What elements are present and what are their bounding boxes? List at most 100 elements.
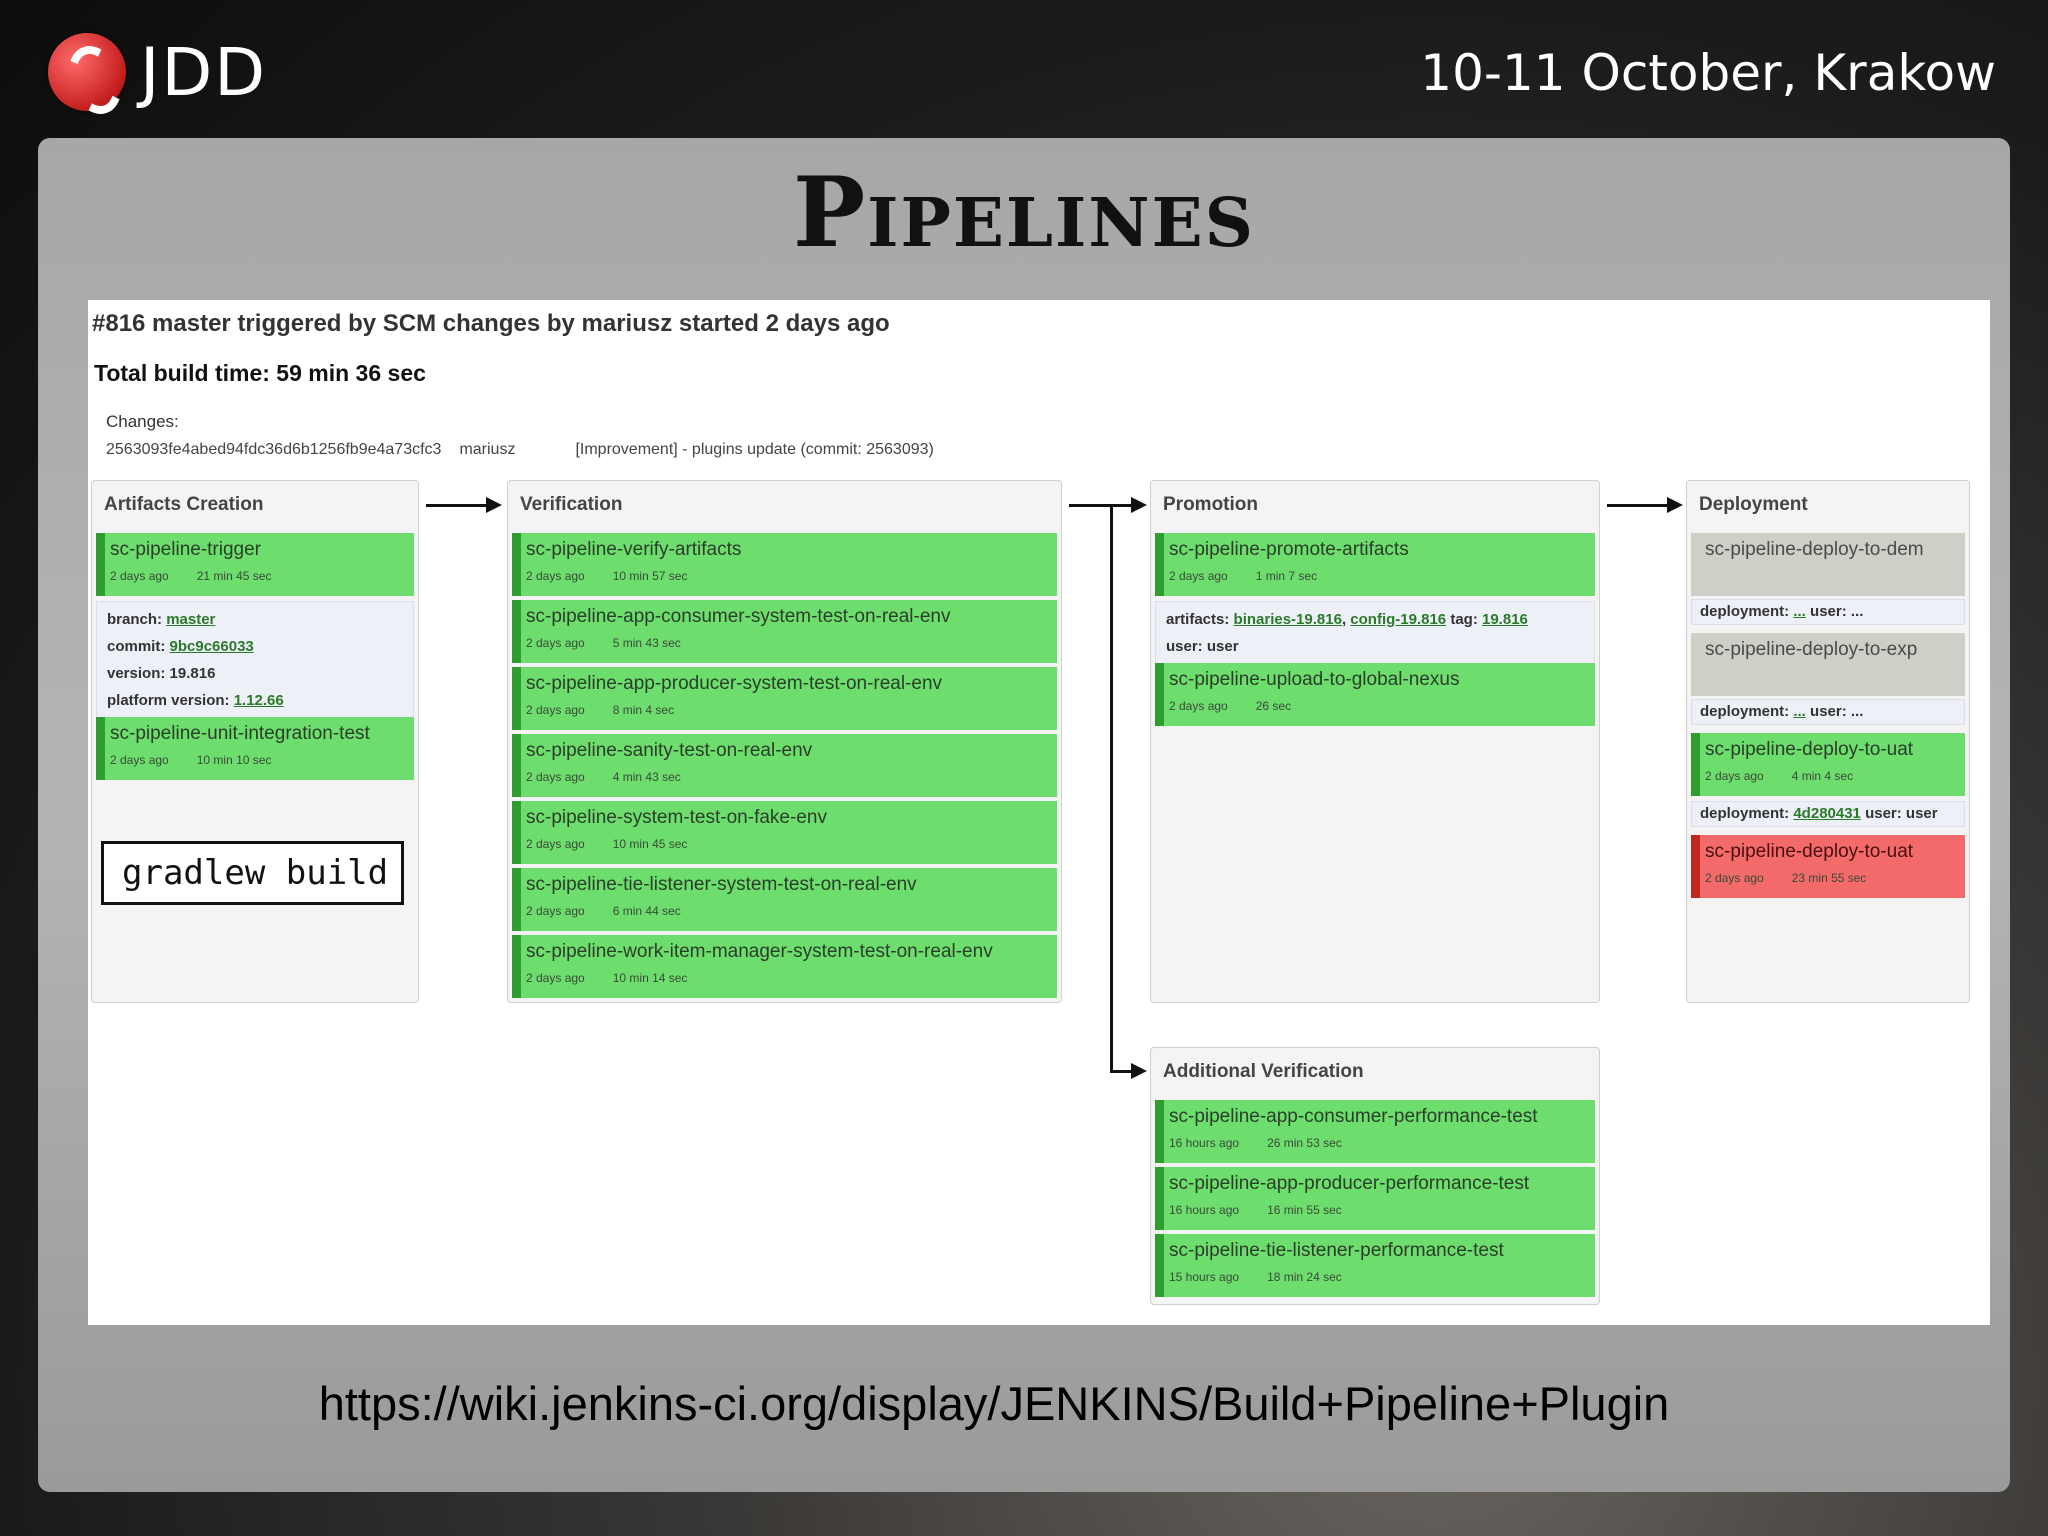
build-time-label: Total build time: bbox=[94, 360, 277, 386]
job-box[interactable]: sc-pipeline-trigger 2 days ago 21 min 45 … bbox=[96, 533, 414, 596]
job-box[interactable]: sc-pipeline-verify-artifacts 2 days ago 10… bbox=[512, 533, 1057, 596]
job-box[interactable]: sc-pipeline-sanity-test-on-real-env 2 day… bbox=[512, 734, 1057, 797]
job-duration: 4 min 43 sec bbox=[612, 770, 681, 784]
stage-promotion: Promotion sc-pipeline-promote-artifacts 2… bbox=[1150, 480, 1600, 1003]
commit-link[interactable]: 9bc9c66033 bbox=[170, 638, 254, 655]
change-hash: 2563093fe4abed94fdc36d6b1256fb9e4a73cfc3 bbox=[106, 441, 442, 458]
deployment-link[interactable]: 4d280431 bbox=[1793, 805, 1861, 822]
stage-verification: Verification sc-pipeline-verify-artifact… bbox=[507, 480, 1062, 1003]
job-box[interactable]: sc-pipeline-promote-artifacts 2 days ago 1… bbox=[1155, 533, 1595, 596]
job-name: sc-pipeline-system-test-on-fake-env bbox=[526, 807, 827, 828]
build-time: Total build time: 59 min 36 sec bbox=[94, 360, 426, 387]
job-box[interactable]: sc-pipeline-system-test-on-fake-env 2 day… bbox=[512, 801, 1057, 864]
job-ago: 2 days ago bbox=[526, 904, 585, 918]
arrow-artifacts-to-verification bbox=[426, 497, 502, 513]
branch-label: branch: bbox=[107, 611, 167, 628]
version-label: version: bbox=[107, 665, 170, 682]
changes-label: Changes: bbox=[106, 412, 179, 431]
stage-title: Deployment bbox=[1699, 494, 1808, 515]
tag-label: tag: bbox=[1446, 611, 1482, 628]
user-label: user: bbox=[1860, 805, 1906, 822]
arrow-verification-to-promotion bbox=[1069, 497, 1147, 513]
user-label: user: bbox=[1805, 703, 1851, 720]
job-name: sc-pipeline-deploy-to-exp bbox=[1705, 639, 1918, 660]
job-box[interactable]: sc-pipeline-app-consumer-performance-tes… bbox=[1155, 1100, 1595, 1163]
promotion-info: artifacts: binaries-19.816, config-19.81… bbox=[1155, 601, 1595, 665]
user-row: user: user bbox=[1166, 638, 1239, 655]
build-info: branch: master commit: 9bc9c66033 versio… bbox=[96, 601, 414, 719]
job-name: sc-pipeline-trigger bbox=[110, 539, 262, 560]
job-box[interactable]: sc-pipeline-deploy-to-exp bbox=[1691, 633, 1965, 696]
deployment-link[interactable]: ... bbox=[1793, 603, 1806, 620]
job-name: sc-pipeline-sanity-test-on-real-env bbox=[526, 740, 813, 761]
job-meta: 2 days ago 10 min 10 sec bbox=[110, 753, 414, 767]
job-ago: 2 days ago bbox=[1705, 769, 1764, 783]
platform-row: platform version: 1.12.66 bbox=[107, 687, 403, 714]
job-meta: 2 days ago 1 min 7 sec bbox=[1169, 569, 1595, 583]
user-value: ... bbox=[1850, 603, 1864, 620]
job-box[interactable]: sc-pipeline-deploy-to-uat 2 days ago 4 min… bbox=[1691, 733, 1965, 796]
job-box[interactable]: sc-pipeline-deploy-to-dem bbox=[1691, 533, 1965, 596]
job-ago: 16 hours ago bbox=[1169, 1203, 1240, 1217]
job-name: sc-pipeline-tie-listener-performance-tes… bbox=[1169, 1240, 1504, 1261]
job-box[interactable]: sc-pipeline-app-producer-system-test-on-… bbox=[512, 667, 1057, 730]
job-duration: 23 min 55 sec bbox=[1791, 871, 1867, 885]
job-meta: 16 hours ago 16 min 55 sec bbox=[1169, 1203, 1595, 1217]
job-name: sc-pipeline-app-producer-performance-tes… bbox=[1169, 1173, 1530, 1194]
job-ago: 16 hours ago bbox=[1169, 1136, 1240, 1150]
job-ago: 2 days ago bbox=[1169, 569, 1228, 583]
stage-deployment: Deployment sc-pipeline-deploy-to-dem dep… bbox=[1686, 480, 1970, 1003]
job-ago: 2 days ago bbox=[526, 971, 585, 985]
job-ago: 2 days ago bbox=[526, 837, 585, 851]
jdd-logo-icon bbox=[48, 33, 126, 111]
artifact-link[interactable]: binaries-19.816 bbox=[1234, 611, 1342, 628]
platform-link[interactable]: 1.12.66 bbox=[234, 692, 284, 709]
gradlew-build-callout: gradlew build bbox=[101, 841, 404, 905]
job-meta: 2 days ago 4 min 43 sec bbox=[526, 770, 1057, 784]
job-box[interactable]: sc-pipeline-unit-integration-test 2 days… bbox=[96, 717, 414, 780]
job-ago: 2 days ago bbox=[526, 569, 585, 583]
job-meta: 2 days ago 26 sec bbox=[1169, 699, 1595, 713]
job-meta: 2 days ago 10 min 45 sec bbox=[526, 837, 1057, 851]
stage-title: Artifacts Creation bbox=[104, 494, 264, 515]
deployment-info: deployment: ... user: ... bbox=[1691, 699, 1965, 725]
job-meta: 2 days ago 23 min 55 sec bbox=[1705, 871, 1965, 885]
slide-title: Pipelines bbox=[792, 156, 1256, 269]
job-name: sc-pipeline-deploy-to-uat bbox=[1705, 739, 1914, 760]
tag-link[interactable]: 19.816 bbox=[1482, 611, 1528, 628]
jdd-logo: JDD bbox=[48, 30, 267, 114]
job-duration: 10 min 14 sec bbox=[612, 971, 688, 985]
job-box[interactable]: sc-pipeline-tie-listener-system-test-on-… bbox=[512, 868, 1057, 931]
artifacts-row: artifacts: binaries-19.816, config-19.81… bbox=[1166, 606, 1584, 633]
job-box[interactable]: sc-pipeline-tie-listener-performance-tes… bbox=[1155, 1234, 1595, 1297]
job-duration: 6 min 44 sec bbox=[612, 904, 681, 918]
job-ago: 2 days ago bbox=[110, 569, 169, 583]
job-name: sc-pipeline-unit-integration-test bbox=[110, 723, 370, 744]
deployment-link[interactable]: ... bbox=[1793, 703, 1806, 720]
branch-link[interactable]: master bbox=[166, 611, 215, 628]
job-box[interactable]: sc-pipeline-upload-to-global-nexus 2 days… bbox=[1155, 663, 1595, 726]
job-ago: 2 days ago bbox=[1705, 871, 1764, 885]
job-name: sc-pipeline-verify-artifacts bbox=[526, 539, 742, 560]
job-name: sc-pipeline-deploy-to-uat bbox=[1705, 841, 1914, 862]
job-ago: 2 days ago bbox=[526, 703, 585, 717]
job-box[interactable]: sc-pipeline-work-item-manager-system-tes… bbox=[512, 935, 1057, 998]
job-duration: 5 min 43 sec bbox=[612, 636, 681, 650]
job-duration: 10 min 10 sec bbox=[196, 753, 272, 767]
job-meta: 2 days ago 21 min 45 sec bbox=[110, 569, 414, 583]
job-duration: 16 min 55 sec bbox=[1267, 1203, 1342, 1217]
job-box[interactable]: sc-pipeline-app-producer-performance-tes… bbox=[1155, 1167, 1595, 1230]
stage-artifacts-creation: Artifacts Creation sc-pipeline-trigger 2… bbox=[91, 480, 419, 1003]
artifacts-label: artifacts: bbox=[1166, 611, 1234, 628]
job-box-failed[interactable]: sc-pipeline-deploy-to-uat 2 days ago 23 mi… bbox=[1691, 835, 1965, 898]
artifact-link[interactable]: config-19.816 bbox=[1350, 611, 1446, 628]
job-duration: 8 min 4 sec bbox=[612, 703, 675, 717]
job-name: sc-pipeline-app-consumer-system-test-on-… bbox=[526, 606, 951, 627]
build-time-value: 59 min 36 sec bbox=[276, 360, 426, 386]
job-ago: 2 days ago bbox=[110, 753, 169, 767]
job-ago: 2 days ago bbox=[1169, 699, 1228, 713]
branch-row: branch: master bbox=[107, 606, 403, 633]
user-value: ... bbox=[1850, 703, 1864, 720]
job-duration: 26 min 53 sec bbox=[1267, 1136, 1342, 1150]
job-box[interactable]: sc-pipeline-app-consumer-system-test-on-… bbox=[512, 600, 1057, 663]
